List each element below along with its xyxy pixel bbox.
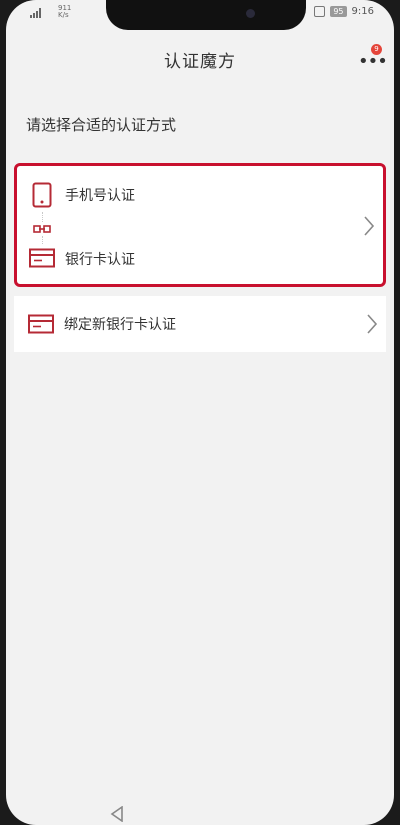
phone-verify-label: 手机号认证: [65, 188, 135, 204]
bind-new-card-option[interactable]: 绑定新银行卡认证: [14, 296, 386, 352]
more-horizontal-icon: •••: [358, 51, 388, 72]
chevron-right-icon: [364, 216, 375, 236]
battery-icon: 95: [330, 6, 347, 17]
title-bar: 认证魔方 ••• 9: [6, 38, 394, 80]
signal-icon: [30, 8, 41, 18]
bind-new-card-label: 绑定新银行卡认证: [64, 317, 176, 333]
camera-notch: [106, 0, 306, 30]
connector-line-bottom: [42, 236, 43, 244]
phone-and-card-verify-option[interactable]: 手机号认证 银行卡认证: [14, 163, 386, 287]
chevron-right-icon: [367, 314, 378, 334]
status-bar: 911 K/s 95 9:16: [6, 0, 394, 30]
notification-badge: 9: [371, 44, 382, 55]
status-time: 9:16: [351, 6, 374, 17]
more-button[interactable]: ••• 9: [356, 44, 388, 74]
bank-card-icon: [28, 314, 54, 334]
network-speed: 911 K/s: [58, 4, 72, 19]
card-verify-label: 银行卡认证: [65, 252, 135, 268]
page-title: 认证魔方: [164, 51, 236, 72]
bank-card-icon: [29, 248, 55, 268]
phone-icon: [32, 182, 52, 208]
vibrate-icon: [314, 6, 326, 17]
instruction-text: 请选择合适的认证方式: [26, 116, 177, 134]
camera-icon: [246, 9, 255, 18]
connector-line-top: [42, 212, 43, 222]
back-icon[interactable]: [110, 806, 124, 822]
phone-screen: 911 K/s 95 9:16 认证魔方 ••• 9 请选择合适的认证方式 手机…: [6, 0, 394, 825]
link-icon: [33, 225, 51, 233]
